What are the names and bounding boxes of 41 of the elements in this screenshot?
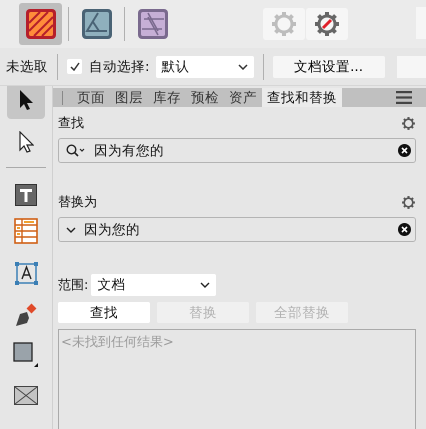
replace-field[interactable]: 因为您的 bbox=[58, 217, 416, 242]
selection-status: 未选取 bbox=[6, 58, 48, 76]
chevron-down-icon bbox=[200, 282, 210, 288]
chevron-down-icon[interactable] bbox=[66, 226, 76, 232]
document-setup-button[interactable]: 文档设置... bbox=[272, 56, 385, 78]
pen-nib-icon bbox=[14, 303, 38, 327]
crossed-frame-icon bbox=[14, 386, 38, 404]
panel-tab[interactable]: 资产 bbox=[224, 88, 262, 107]
auto-select-checkbox[interactable] bbox=[67, 59, 82, 74]
find-field[interactable]: 因为有您的 bbox=[58, 138, 416, 163]
letter-frame-icon bbox=[14, 262, 38, 284]
scope-label: 范围: bbox=[58, 277, 88, 294]
settings-icon[interactable] bbox=[401, 116, 416, 130]
replace-label: 替换为 bbox=[58, 194, 97, 211]
panel-tab[interactable]: 图层 bbox=[110, 88, 148, 107]
panel-tab[interactable]: 库存 bbox=[148, 88, 186, 107]
settings-icon[interactable] bbox=[401, 194, 416, 210]
app-switch-button[interactable] bbox=[19, 3, 62, 45]
panel-tab[interactable]: 查找和替换 bbox=[262, 88, 342, 107]
clear-icon[interactable] bbox=[398, 144, 411, 157]
action-button[interactable]: 查找 bbox=[58, 302, 150, 323]
gear-pen-icon bbox=[313, 10, 341, 38]
panel-tab[interactable]: 页面 bbox=[72, 88, 110, 107]
gear-icon bbox=[270, 10, 298, 38]
arrow-cursor-icon bbox=[18, 89, 34, 111]
auto-select-dropdown[interactable]: 默认 bbox=[156, 56, 254, 78]
menu-icon[interactable] bbox=[396, 91, 412, 104]
triangle-square-icon bbox=[82, 9, 112, 39]
table-icon bbox=[14, 218, 38, 244]
search-icon[interactable] bbox=[66, 144, 86, 158]
auto-select-label: 自动选择: bbox=[89, 58, 150, 76]
clear-icon[interactable] bbox=[398, 223, 411, 236]
find-label: 查找 bbox=[58, 115, 84, 132]
panel-tab[interactable]: 预检 bbox=[186, 88, 224, 107]
square-shape-icon bbox=[13, 342, 39, 368]
scope-dropdown[interactable]: 文档 bbox=[91, 274, 216, 296]
arrow-outline-icon bbox=[18, 131, 34, 153]
striped-square-icon bbox=[26, 9, 56, 39]
chevron-down-icon bbox=[238, 64, 248, 70]
text-frame-icon bbox=[15, 184, 37, 206]
gear-button[interactable] bbox=[306, 8, 348, 40]
